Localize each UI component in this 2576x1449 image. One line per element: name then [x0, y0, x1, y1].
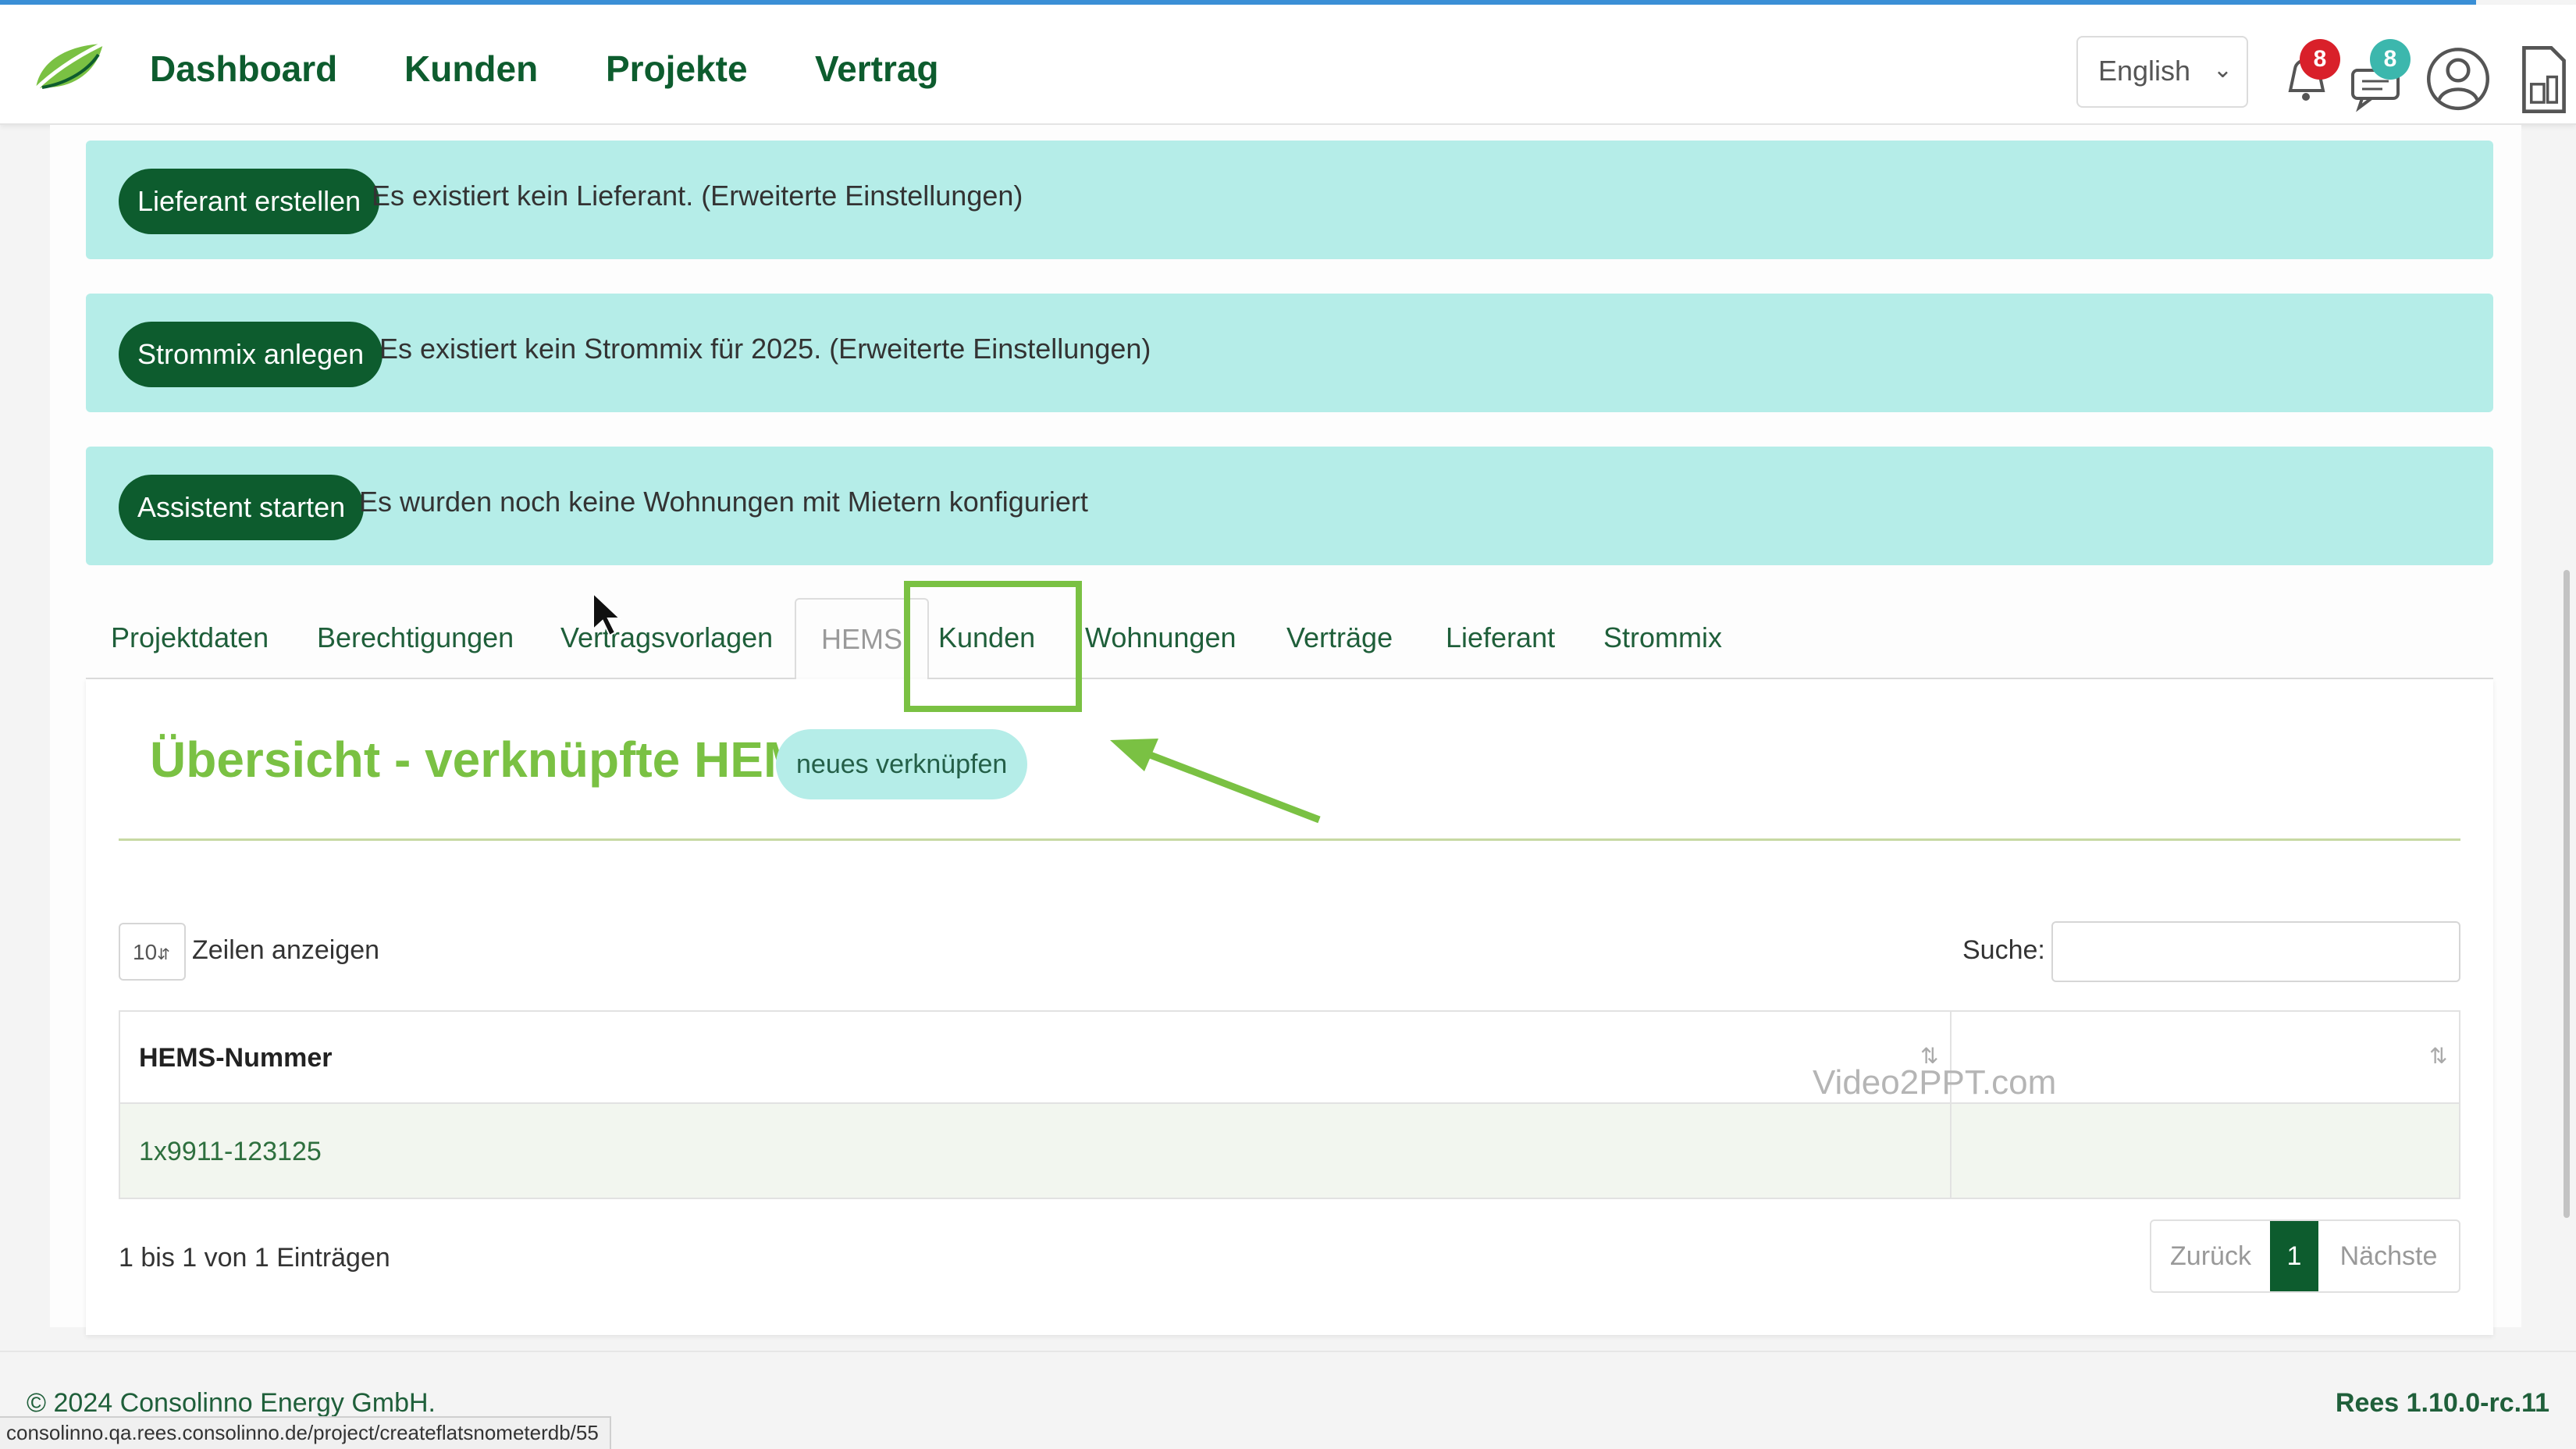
- leaf-logo-icon[interactable]: [31, 41, 106, 95]
- tab-vertraege[interactable]: Verträge: [1286, 621, 1393, 654]
- title-divider: [119, 838, 2460, 841]
- neues-verknuepfen-button[interactable]: neues verknüpfen: [776, 729, 1028, 799]
- page-length-label: Zeilen anzeigen: [192, 935, 380, 965]
- table-header: HEMS-Nummer ⇅ ⇅: [119, 1010, 2460, 1104]
- alert-strommix: Strommix anlegen Es existiert kein Strom…: [86, 294, 2493, 412]
- chevron-down-icon: ⌄: [2212, 57, 2233, 83]
- hems-nummer-cell[interactable]: 1x9911-123125: [139, 1137, 322, 1167]
- project-tabs: Projektdaten Berechtigungen Vertragsvorl…: [86, 598, 2493, 681]
- nav-projekte[interactable]: Projekte: [606, 45, 748, 92]
- page-scrollbar[interactable]: [2564, 570, 2570, 1218]
- panel-title: Übersicht - verknüpfte HEMS: [150, 732, 838, 788]
- page-length-value: 10: [133, 940, 158, 964]
- mouse-cursor-icon: [592, 592, 621, 637]
- column-separator: [1950, 1104, 1952, 1198]
- nav-vertrag[interactable]: Vertrag: [815, 45, 939, 92]
- document-icon[interactable]: [2509, 41, 2576, 119]
- browser-status-url: consolinno.qa.rees.consolinno.de/project…: [0, 1416, 611, 1449]
- kunden-tab-highlight: [904, 581, 1082, 712]
- pagination-page-1[interactable]: 1: [2270, 1221, 2318, 1291]
- user-circle-icon[interactable]: [2423, 39, 2493, 117]
- pagination-next-button[interactable]: Nächste: [2318, 1221, 2459, 1291]
- notifications-badge: 8: [2300, 39, 2340, 80]
- nav-dashboard[interactable]: Dashboard: [150, 45, 337, 92]
- column-header-hems-nummer[interactable]: HEMS-Nummer: [139, 1043, 332, 1073]
- tab-projektdaten[interactable]: Projektdaten: [111, 621, 269, 654]
- messages-badge: 8: [2370, 39, 2411, 80]
- sort-icon: ⇵: [157, 946, 170, 963]
- language-value: English: [2098, 55, 2191, 87]
- language-select[interactable]: English ⌄: [2076, 36, 2248, 108]
- search-label: Suche:: [1962, 935, 2045, 965]
- strommix-anlegen-button[interactable]: Strommix anlegen: [119, 322, 383, 387]
- tab-berechtigungen[interactable]: Berechtigungen: [317, 621, 514, 654]
- tab-lieferant[interactable]: Lieferant: [1446, 621, 1555, 654]
- sort-icon[interactable]: ⇅: [2429, 1043, 2447, 1069]
- search-input[interactable]: [2051, 921, 2460, 982]
- notifications-button[interactable]: 8: [2273, 36, 2343, 114]
- pagination: Zurück 1 Nächste: [2150, 1219, 2460, 1293]
- version-text: Rees 1.10.0-rc.11: [2335, 1388, 2549, 1418]
- tab-strommix[interactable]: Strommix: [1603, 621, 1722, 654]
- alert-wohnungen: Assistent starten Es wurden noch keine W…: [86, 447, 2493, 565]
- lieferant-erstellen-button[interactable]: Lieferant erstellen: [119, 169, 380, 234]
- page-length-select[interactable]: 10⇵: [119, 923, 186, 981]
- table-row[interactable]: 1x9911-123125: [119, 1104, 2460, 1199]
- assistent-starten-button[interactable]: Assistent starten: [119, 475, 365, 540]
- annotation-arrow-icon: [1110, 739, 1321, 824]
- copyright-text: © 2024 Consolinno Energy GmbH.: [27, 1388, 436, 1418]
- alert-message: Es wurden noch keine Wohnungen mit Miete…: [359, 486, 1088, 518]
- alert-message: Es existiert kein Strommix für 2025. (Er…: [379, 333, 1151, 365]
- nav-kunden[interactable]: Kunden: [404, 45, 538, 92]
- tab-wohnungen[interactable]: Wohnungen: [1085, 621, 1236, 654]
- alert-message: Es existiert kein Lieferant. (Erweiterte…: [372, 180, 1023, 212]
- pagination-previous-button[interactable]: Zurück: [2151, 1221, 2270, 1291]
- watermark: Video2PPT.com: [1813, 1063, 2057, 1102]
- top-navbar: Dashboard Kunden Projekte Vertrag Englis…: [0, 5, 2576, 125]
- messages-button[interactable]: 8: [2343, 36, 2414, 114]
- table-info: 1 bis 1 von 1 Einträgen: [119, 1243, 390, 1273]
- alert-lieferant: Lieferant erstellen Es existiert kein Li…: [86, 141, 2493, 259]
- hems-table: HEMS-Nummer ⇅ ⇅ 1x9911-123125: [119, 1010, 2460, 1199]
